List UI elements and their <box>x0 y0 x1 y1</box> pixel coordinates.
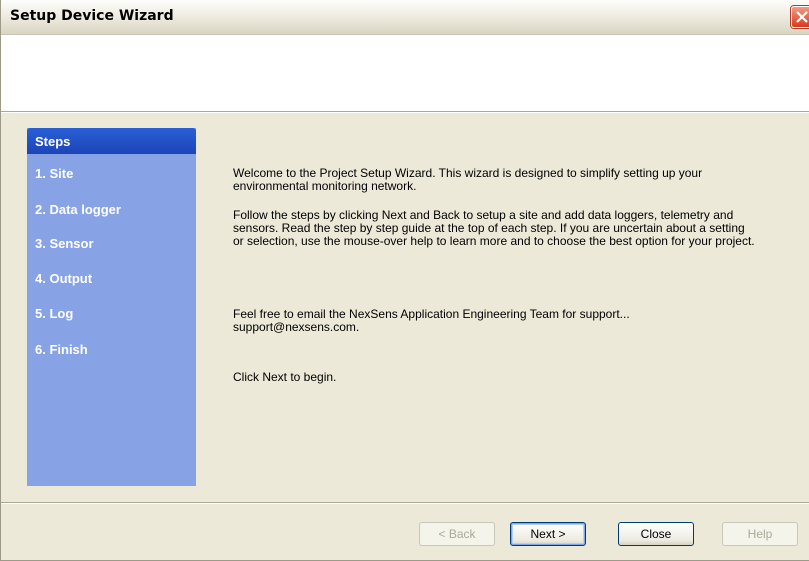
support-paragraph: Feel free to email the NexSens Applicati… <box>233 307 630 334</box>
step-log: 5. Log <box>35 306 74 321</box>
step-sensor: 3. Sensor <box>35 236 94 251</box>
close-button[interactable]: Close <box>618 522 694 546</box>
title-bar[interactable]: Setup Device Wizard <box>1 0 809 35</box>
header-banner <box>1 35 809 112</box>
footer-divider <box>1 502 809 504</box>
back-button[interactable]: < Back <box>419 522 495 546</box>
step-data-logger: 2. Data logger <box>35 202 121 217</box>
steps-header: Steps <box>27 128 196 154</box>
wizard-window: Setup Device Wizard Steps 1. Site 2. Dat… <box>0 0 809 561</box>
begin-paragraph: Click Next to begin. <box>233 370 337 384</box>
next-button[interactable]: Next > <box>510 522 586 546</box>
step-site: 1. Site <box>35 166 74 181</box>
instructions-paragraph: Follow the steps by clicking Next and Ba… <box>233 208 755 248</box>
divider <box>1 112 809 113</box>
help-button[interactable]: Help <box>722 522 798 546</box>
welcome-paragraph: Welcome to the Project Setup Wizard. Thi… <box>233 166 703 193</box>
window-title: Setup Device Wizard <box>10 8 174 24</box>
steps-header-label: Steps <box>35 134 71 149</box>
step-finish: 6. Finish <box>35 342 88 357</box>
step-output: 4. Output <box>35 271 93 286</box>
close-icon[interactable] <box>791 6 809 28</box>
